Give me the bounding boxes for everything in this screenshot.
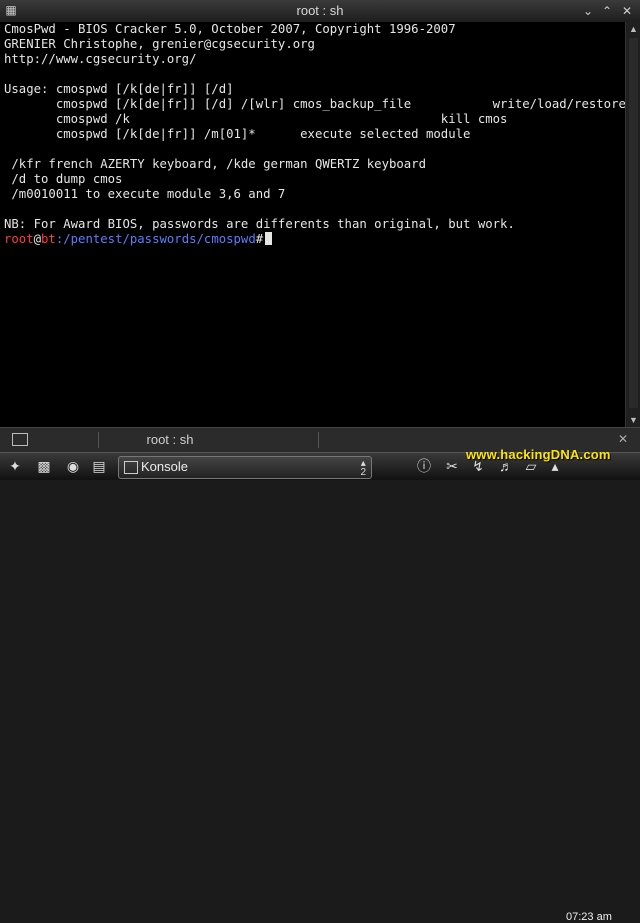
prompt-symbol: # <box>255 232 264 246</box>
taskbar-konsole[interactable]: Konsole ▴ 2 <box>118 456 372 479</box>
prompt-at: @ <box>33 232 42 246</box>
terminal-scrollbar[interactable]: ▲ ▼ <box>625 22 640 427</box>
minimize-icon[interactable]: ⌄ <box>579 2 597 20</box>
terminal-prompt[interactable]: root@bt:/pentest/passwords/cmospwd# <box>4 232 273 247</box>
tab-divider <box>318 432 319 448</box>
task-group-count: ▴ 2 <box>360 458 366 478</box>
terminal-line: cmospwd [/k[de|fr]] [/d] /[wlr] cmos_bac… <box>4 97 626 111</box>
terminal-line: GRENIER Christophe, grenier@cgsecurity.o… <box>4 37 315 51</box>
tab-divider <box>98 432 99 448</box>
terminal-line: CmosPwd - BIOS Cracker 5.0, October 2007… <box>4 22 456 36</box>
file-manager-icon[interactable]: ▤ <box>88 456 110 477</box>
scroll-down-icon[interactable]: ▼ <box>626 413 640 427</box>
prompt-user: root <box>4 232 34 246</box>
terminal-line: /d to dump cmos <box>4 172 123 186</box>
terminal-output[interactable]: CmosPwd - BIOS Cracker 5.0, October 2007… <box>0 22 626 427</box>
terminal-line: http://www.cgsecurity.org/ <box>4 52 197 66</box>
prompt-path: :/pentest/passwords/cmospwd <box>55 232 256 246</box>
scroll-up-icon[interactable]: ▲ <box>626 22 640 36</box>
terminal-line: NB: For Award BIOS, passwords are differ… <box>4 217 515 231</box>
panel-clock[interactable]: 07:23 am <box>566 911 612 923</box>
close-icon[interactable]: ✕ <box>618 2 636 20</box>
browser-launcher-icon[interactable]: ◉ <box>62 456 84 477</box>
window-titlebar: ▦ root : sh ⌄ ⌃ ✕ <box>0 0 640 23</box>
text-cursor <box>265 232 273 245</box>
scrollbar-track[interactable] <box>629 38 638 408</box>
terminal-line: cmospwd [/k[de|fr]] /m[01]* execute sele… <box>4 127 471 141</box>
task-count-value: 2 <box>360 467 366 478</box>
klipper-scissors-icon[interactable]: ✂ <box>441 456 463 477</box>
taskbar-konsole-label: Konsole <box>141 459 188 474</box>
terminal-line: Usage: cmospwd [/k[de|fr]] [/d] <box>4 82 234 96</box>
terminal-line: /kfr french AZERTY keyboard, /kde german… <box>4 157 426 171</box>
watermark: www.hackingDNA.com <box>466 447 611 462</box>
info-icon[interactable]: ⓘ <box>413 456 435 477</box>
close-tab-icon[interactable]: ✕ <box>618 432 628 446</box>
terminal-tab-icon[interactable] <box>12 433 28 446</box>
konsole-task-icon <box>124 461 138 474</box>
terminal-launcher-icon[interactable]: ▩ <box>33 456 55 477</box>
tab-root-sh[interactable]: root : sh <box>100 432 240 447</box>
terminal-line: cmospwd /k kill cmos <box>4 112 508 126</box>
window-title: root : sh <box>296 3 344 18</box>
prompt-host: bt <box>41 232 56 246</box>
kde-menu-icon[interactable]: ✦ <box>4 456 26 477</box>
maximize-icon[interactable]: ⌃ <box>598 2 616 20</box>
terminal-line: /m0010011 to execute module 3,6 and 7 <box>4 187 286 201</box>
